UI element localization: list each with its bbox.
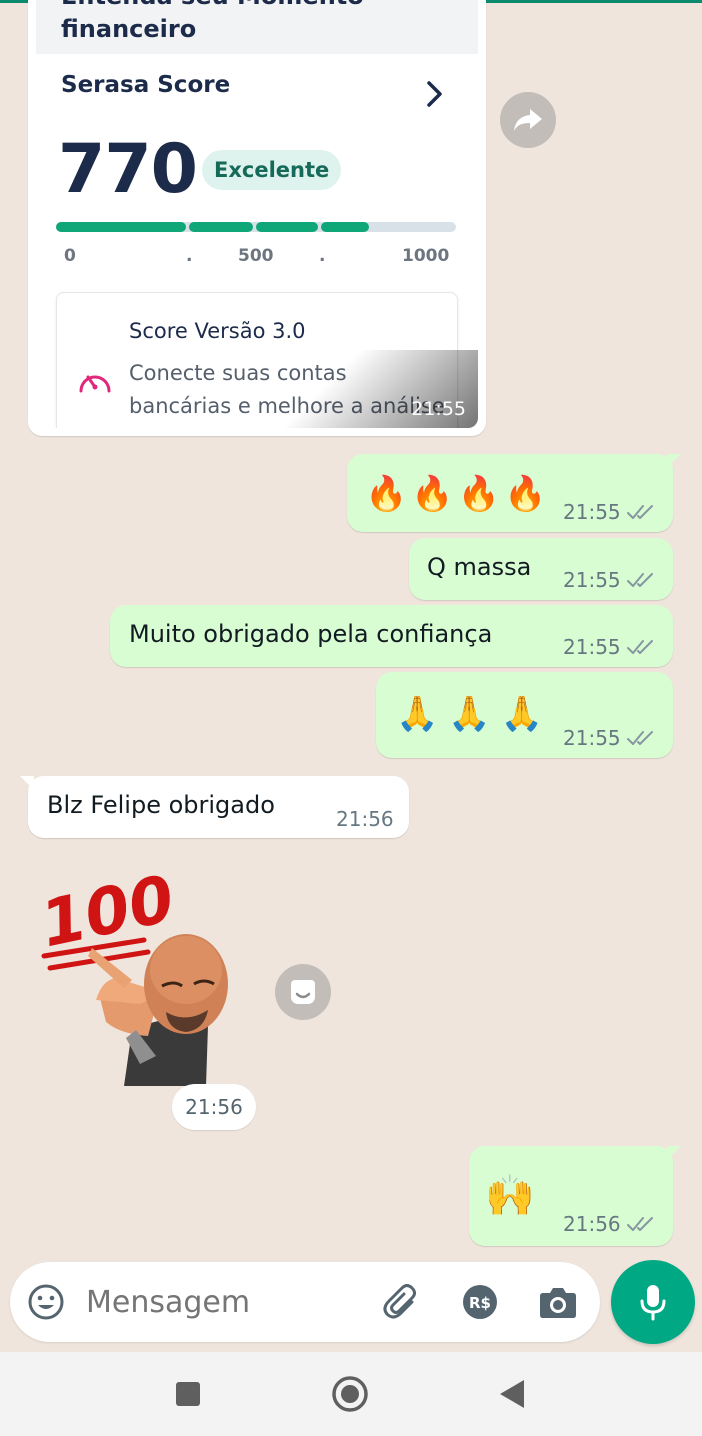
voice-record-button[interactable]: [611, 1260, 695, 1344]
sticker-icon: [291, 980, 315, 1004]
recents-button[interactable]: [168, 1374, 208, 1414]
sticker-time: 21:56: [172, 1084, 256, 1130]
message-meta: 21:55: [563, 568, 657, 592]
score-bar-segment: [256, 222, 318, 232]
payment-button[interactable]: R$: [460, 1282, 500, 1322]
double-check-icon: [626, 640, 653, 654]
camera-button[interactable]: [538, 1282, 578, 1322]
tip-title: Score Versão 3.0: [129, 319, 306, 343]
scale-tick: 1000: [402, 246, 450, 266]
camera-icon: [540, 1288, 576, 1318]
bubble-tail: [20, 776, 34, 790]
message-bubble-out[interactable]: 🙏🙏🙏 21:55: [376, 672, 673, 758]
shared-image[interactable]: Entenda seu Momento financeiro Serasa Sc…: [36, 0, 478, 428]
double-check-icon: [626, 731, 653, 745]
attach-button[interactable]: [382, 1282, 422, 1322]
emoji-icon: [28, 1284, 64, 1320]
payment-icon: R$: [463, 1285, 497, 1319]
message-time: 21:55: [411, 398, 466, 420]
score-bar-segment: [56, 222, 186, 232]
scale-tick: 500: [238, 246, 274, 266]
double-check-icon: [626, 505, 653, 519]
message-text: 🙏🙏🙏: [396, 694, 554, 734]
system-nav-bar: [0, 1352, 702, 1436]
forward-icon: [514, 109, 542, 131]
back-triangle-icon: [500, 1380, 524, 1408]
forward-button[interactable]: [500, 92, 556, 148]
message-time: 21:55: [563, 726, 621, 750]
chevron-right-icon: [427, 81, 442, 107]
sticker-options-button[interactable]: [275, 964, 331, 1020]
emoji-button[interactable]: [26, 1282, 66, 1322]
message-meta: 21:55: [563, 726, 657, 750]
message-bubble-out[interactable]: 🙌 21:56: [469, 1146, 681, 1246]
message-text: 🙌: [485, 1173, 539, 1219]
attach-icon: [383, 1284, 416, 1319]
double-check-icon: [626, 573, 653, 587]
back-button[interactable]: [492, 1374, 532, 1414]
message-time: 21:55: [563, 635, 621, 659]
image-message[interactable]: Entenda seu Momento financeiro Serasa Sc…: [28, 0, 486, 436]
svg-text:R$: R$: [469, 1294, 491, 1312]
message-bubble-out[interactable]: Muito obrigado pela confiança 21:55: [110, 605, 673, 667]
message-time: 21:55: [563, 500, 621, 524]
message-meta: 21:56: [336, 807, 394, 831]
bubble-tail: [667, 1146, 681, 1160]
double-check-icon: [626, 1217, 653, 1231]
scale-tick: 0: [64, 246, 76, 266]
home-button[interactable]: [330, 1374, 370, 1414]
message-time: 21:55: [563, 568, 621, 592]
message-bubble-out[interactable]: Q massa 21:55: [409, 538, 673, 600]
image-header-title: financeiro: [61, 15, 197, 43]
message-time: 21:56: [563, 1212, 621, 1236]
gauge-icon: [79, 375, 111, 393]
message-meta: 21:56: [563, 1212, 657, 1236]
message-composer: R$: [10, 1262, 600, 1342]
message-text: Muito obrigado pela confiança: [129, 620, 493, 648]
message-text: 🔥🔥🔥🔥: [365, 474, 551, 514]
square-icon: [176, 1382, 200, 1406]
home-circle-icon: [332, 1376, 368, 1412]
mic-icon: [640, 1285, 666, 1321]
score-badge: Excelente: [202, 150, 342, 190]
message-text: Blz Felipe obrigado: [47, 791, 275, 819]
score-bar-segment: [189, 222, 253, 232]
sticker-avatar-100[interactable]: 100: [36, 860, 246, 1086]
scale-tick: .: [319, 246, 326, 266]
bubble-tail: [667, 454, 681, 468]
message-bubble-in[interactable]: Blz Felipe obrigado 21:56: [20, 776, 409, 838]
image-header-partial: Entenda seu Momento: [61, 0, 364, 10]
scale-tick: .: [186, 246, 193, 266]
message-meta: 21:55: [563, 500, 657, 524]
score-label: Serasa Score: [61, 72, 231, 98]
score-bar-segment: [321, 222, 369, 232]
message-bubble-out[interactable]: 🔥🔥🔥🔥 21:55: [347, 454, 681, 532]
score-value: 770: [58, 130, 198, 209]
message-text: Q massa: [427, 553, 532, 581]
message-time: 21:56: [336, 807, 394, 831]
message-input[interactable]: [86, 1280, 376, 1324]
image-header: Entenda seu Momento financeiro: [36, 0, 478, 54]
message-meta: 21:55: [563, 635, 657, 659]
